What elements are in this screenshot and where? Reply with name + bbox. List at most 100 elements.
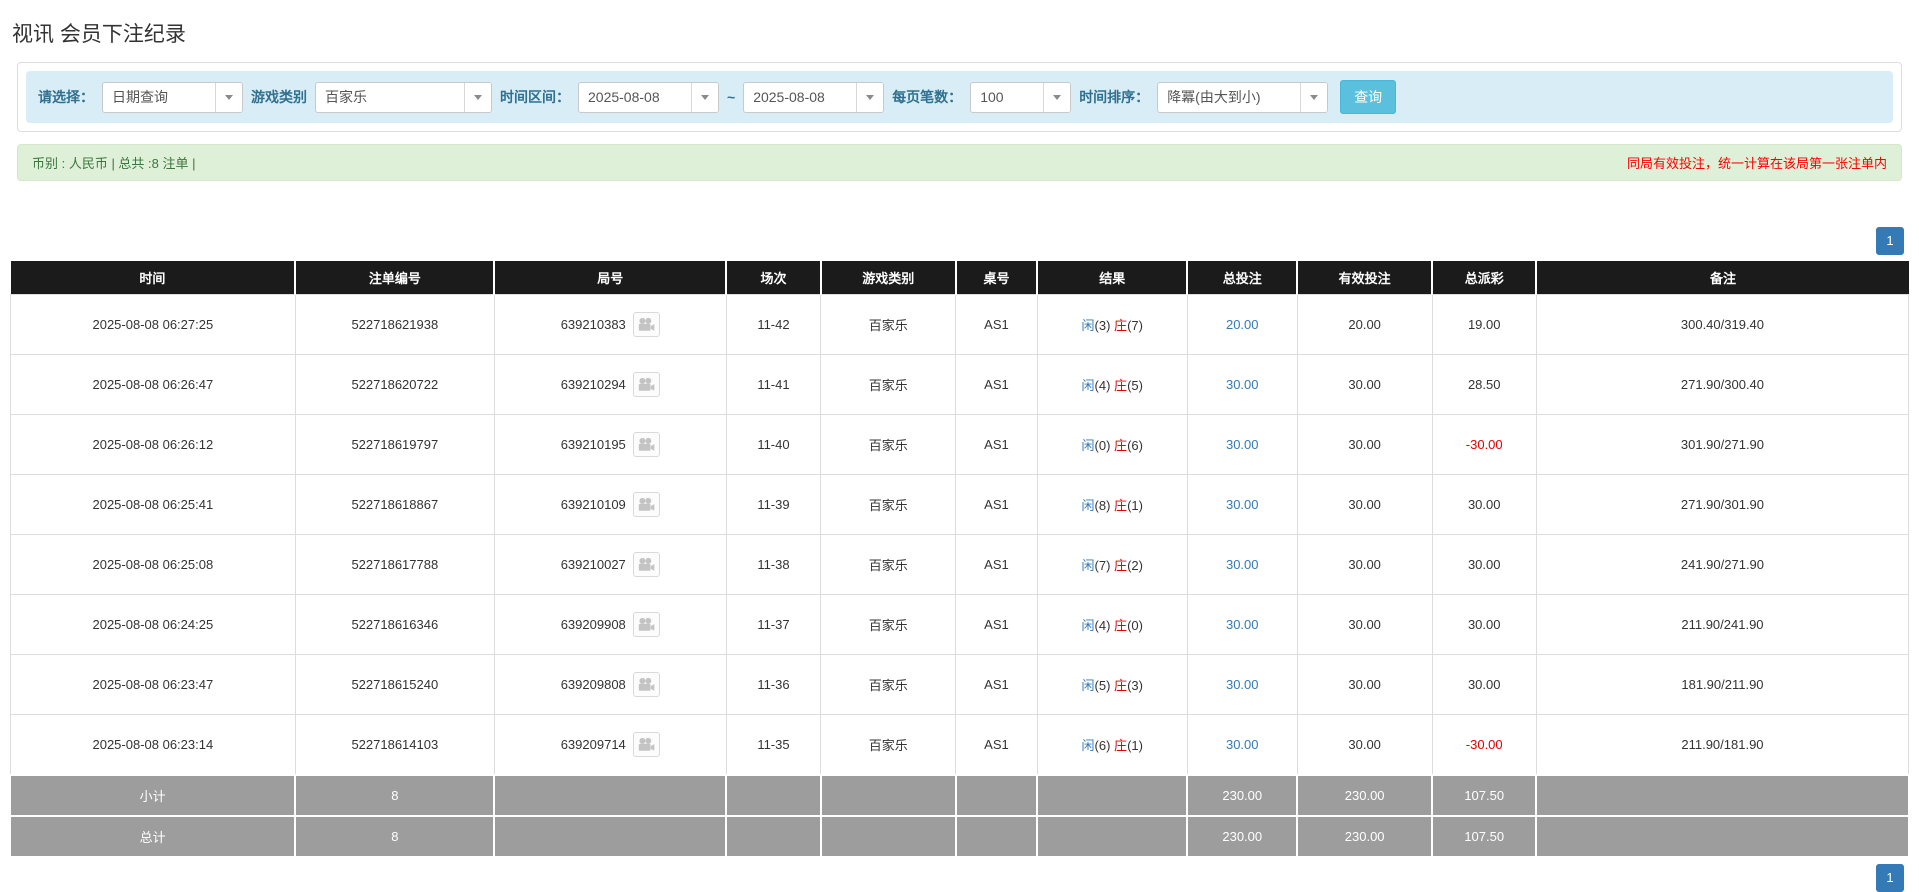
cell-time: 2025-08-08 06:27:25	[10, 294, 296, 355]
cell-note: 301.90/271.90	[1535, 414, 1910, 475]
video-replay-icon[interactable]	[632, 732, 660, 757]
table-row: 2025-08-08 06:23:14 522718614103 639209714…	[10, 714, 1910, 776]
video-replay-icon[interactable]	[632, 672, 660, 697]
date-from-dropdown-button[interactable]	[691, 82, 718, 112]
cell-bet-number: 522718618867	[294, 474, 495, 535]
banker-result-count: (2)	[1127, 558, 1143, 573]
time-sort-dropdown-button[interactable]	[1300, 82, 1328, 112]
date-from-picker[interactable]: 2025-08-08	[578, 81, 719, 113]
video-replay-icon[interactable]	[632, 312, 660, 337]
banker-result-count: (0)	[1127, 618, 1143, 633]
cell-note: 211.90/181.90	[1535, 714, 1910, 776]
cell-result: 闲(8) 庄(1)	[1036, 474, 1188, 535]
cell-table-number: AS1	[955, 654, 1038, 715]
cell-payout: 19.00	[1431, 294, 1537, 355]
betting-records-table: 时间 注单编号 局号 场次 游戏类别 桌号 结果 总投注 有效投注 总派彩 备注 2025-08-0…	[10, 261, 1910, 858]
chevron-down-icon	[474, 94, 482, 100]
cell-valid-bet: 30.00	[1296, 654, 1433, 715]
search-button[interactable]: 查询	[1340, 80, 1397, 114]
player-result: 闲	[1081, 378, 1095, 393]
cell-game-type: 百家乐	[820, 354, 957, 415]
date-to-picker[interactable]: 2025-08-08	[743, 81, 885, 113]
cell-valid-bet: 30.00	[1296, 414, 1433, 475]
summary-row: 总计 8 230.00 230.00 107.50	[10, 815, 1910, 858]
cell-payout: 30.00	[1431, 654, 1537, 715]
total-bet-link[interactable]: 30.00	[1226, 677, 1259, 692]
column-header: 备注	[1536, 261, 1909, 295]
total-bet-link[interactable]: 20.00	[1226, 317, 1259, 332]
cell-bet-number: 522718621938	[294, 294, 495, 355]
select-mode-label: 请选择：	[38, 89, 94, 105]
total-bet-link[interactable]: 30.00	[1226, 437, 1259, 452]
cell-table-number: AS1	[955, 354, 1038, 415]
pagination-bottom: 1	[10, 864, 1909, 892]
video-replay-icon[interactable]	[632, 432, 660, 457]
video-replay-icon[interactable]	[632, 612, 660, 637]
payout-value: -30.00	[1465, 737, 1503, 752]
payout-value: 28.50	[1467, 377, 1501, 392]
cell-round-number: 639210383	[493, 294, 727, 355]
cell-round-number: 639210027	[493, 534, 727, 595]
round-number: 639209714	[560, 737, 626, 752]
cell-bet-number: 522718615240	[294, 654, 495, 715]
total-bet-link[interactable]: 30.00	[1226, 617, 1259, 632]
video-replay-icon[interactable]	[632, 552, 660, 577]
banker-result-count: (1)	[1127, 498, 1143, 513]
cell-session: 11-41	[725, 354, 822, 415]
date-to-dropdown-button[interactable]	[856, 82, 884, 112]
header-row: 时间 注单编号 局号 场次 游戏类别 桌号 结果 总投注 有效投注 总派彩 备注	[10, 261, 1909, 295]
summary-label: 小计	[10, 774, 297, 817]
banker-result-count: (1)	[1127, 738, 1143, 753]
column-header: 注单编号	[295, 261, 496, 295]
player-result: 闲	[1081, 558, 1095, 573]
cell-note: 271.90/300.40	[1535, 354, 1910, 415]
cell-total-bet: 20.00	[1186, 294, 1298, 355]
cell-session: 11-37	[725, 594, 822, 655]
cell-valid-bet: 30.00	[1296, 354, 1433, 415]
cell-note: 211.90/241.90	[1535, 594, 1910, 655]
banker-result: 庄	[1114, 738, 1128, 753]
total-bet-link[interactable]: 30.00	[1226, 497, 1259, 512]
round-number: 639210195	[560, 437, 626, 452]
select-mode-dropdown-button[interactable]	[215, 82, 242, 112]
cell-round-number: 639209908	[493, 594, 727, 655]
game-type-dropdown-button[interactable]	[464, 82, 491, 112]
cell-total-bet: 30.00	[1186, 654, 1298, 715]
total-bet-link[interactable]: 30.00	[1226, 557, 1259, 572]
time-sort-dropdown[interactable]: 降冪(由大到小)	[1157, 81, 1329, 113]
game-type-dropdown[interactable]: 百家乐	[315, 81, 492, 113]
page-button[interactable]: 1	[1876, 864, 1904, 892]
chevron-down-icon	[866, 94, 875, 100]
video-icon-glyph	[639, 377, 655, 391]
total-bet-link[interactable]: 30.00	[1226, 737, 1259, 752]
video-icon-glyph	[639, 437, 655, 451]
table-row: 2025-08-08 06:25:41 522718618867 639210109…	[10, 474, 1910, 535]
summary-valid-bet: 230.00	[1296, 774, 1434, 817]
total-bet-link[interactable]: 30.00	[1226, 377, 1259, 392]
pagination-top: 1	[10, 227, 1909, 255]
page-size-dropdown[interactable]: 100	[970, 81, 1072, 113]
player-result: 闲	[1081, 498, 1095, 513]
table-row: 2025-08-08 06:24:25 522718616346 639209908…	[10, 594, 1910, 655]
column-header: 时间	[10, 261, 297, 295]
cell-table-number: AS1	[955, 534, 1038, 595]
cell-table-number: AS1	[955, 294, 1038, 355]
cell-bet-number: 522718616346	[294, 594, 495, 655]
page-button[interactable]: 1	[1876, 227, 1904, 255]
video-replay-icon[interactable]	[632, 492, 660, 517]
video-replay-icon[interactable]	[632, 372, 660, 397]
page-size-dropdown-button[interactable]	[1043, 82, 1071, 112]
cell-round-number: 639210294	[493, 354, 727, 415]
banker-result-count: (7)	[1127, 318, 1143, 333]
cell-bet-number: 522718617788	[294, 534, 495, 595]
page-title: 视讯 会员下注纪录	[12, 23, 186, 46]
player-result: 闲	[1081, 738, 1095, 753]
cell-time: 2025-08-08 06:25:08	[10, 534, 296, 595]
player-result-count: (4)	[1094, 378, 1111, 393]
cell-table-number: AS1	[955, 714, 1038, 776]
cell-result: 闲(7) 庄(2)	[1036, 534, 1188, 595]
select-mode-dropdown[interactable]: 日期查询	[102, 81, 243, 113]
banker-result: 庄	[1114, 678, 1128, 693]
cell-game-type: 百家乐	[820, 534, 957, 595]
filter-bar: 请选择： 日期查询 游戏类别 百家乐 时间区间： 2025-08-08 ~ 20…	[26, 71, 1893, 123]
